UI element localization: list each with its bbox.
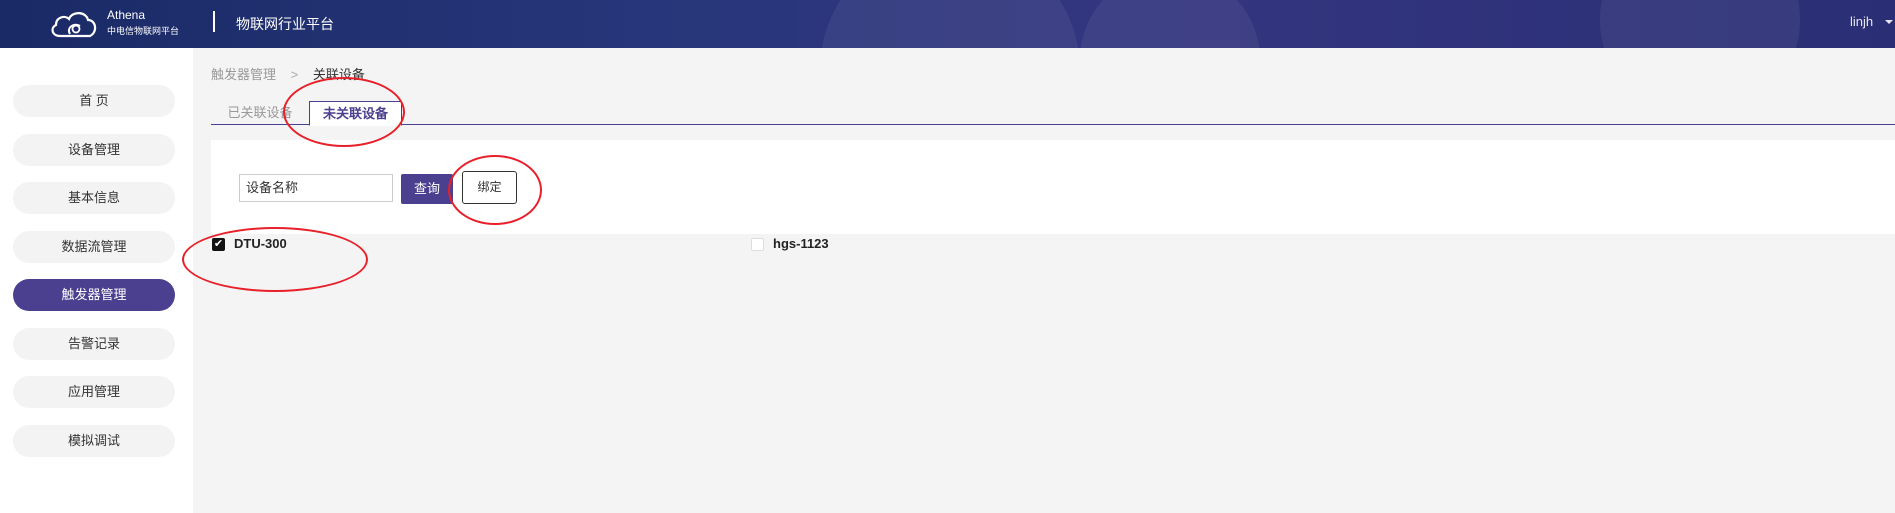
breadcrumb-parent[interactable]: 触发器管理 (211, 67, 276, 82)
breadcrumb-current: 关联设备 (312, 67, 365, 82)
brand-subtitle: 中电信物联网平台 (107, 26, 180, 36)
sidebar-item-simulation[interactable]: 模拟调试 (13, 425, 175, 457)
checkbox-checked-icon[interactable]: ✔ (212, 238, 225, 251)
app-title: 物联网行业平台 (236, 16, 334, 32)
top-header: Athena 中电信物联网平台 物联网行业平台 linjh (0, 0, 1895, 48)
query-button[interactable]: 查询 (401, 174, 453, 204)
breadcrumb-separator: > (290, 67, 299, 82)
device-name-input[interactable]: 设备名称 (239, 174, 393, 202)
sidebar-item-device-management[interactable]: 设备管理 (13, 134, 175, 166)
brand-name: Athena (107, 8, 146, 22)
brand: Athena 中电信物联网平台 (107, 8, 179, 38)
device-name: DTU-300 (234, 236, 287, 251)
sidebar-item-datastream[interactable]: 数据流管理 (13, 231, 175, 263)
header-divider (213, 11, 215, 32)
device-name: hgs-1123 (773, 236, 829, 251)
header-decoration (1600, 0, 1800, 48)
sidebar-item-home[interactable]: 首 页 (13, 85, 175, 117)
breadcrumb: 触发器管理 > 关联设备 (211, 64, 365, 83)
sidebar-item-basic-info[interactable]: 基本信息 (13, 182, 175, 214)
device-item[interactable]: ✔ DTU-300 (212, 236, 332, 252)
bind-button[interactable]: 绑定 (462, 171, 517, 204)
tab-unlinked-devices[interactable]: 未关联设备 (309, 101, 402, 126)
tabs-underline (211, 124, 1895, 125)
checkbox-unchecked-icon[interactable] (751, 238, 764, 251)
header-decoration (820, 0, 1080, 48)
sidebar-item-alarms[interactable]: 告警记录 (13, 328, 175, 360)
user-menu[interactable]: linjh (1850, 14, 1873, 29)
tab-linked-devices[interactable]: 已关联设备 (215, 101, 305, 125)
sidebar: 首 页 设备管理 基本信息 数据流管理 触发器管理 告警记录 应用管理 模拟调试 (0, 48, 193, 513)
header-decoration (1080, 0, 1260, 48)
sidebar-item-applications[interactable]: 应用管理 (13, 376, 175, 408)
device-item[interactable]: hgs-1123 (751, 236, 871, 252)
chevron-down-icon[interactable] (1885, 20, 1893, 24)
sidebar-item-triggers[interactable]: 触发器管理 (13, 279, 175, 311)
cloud-logo-icon (51, 12, 97, 38)
